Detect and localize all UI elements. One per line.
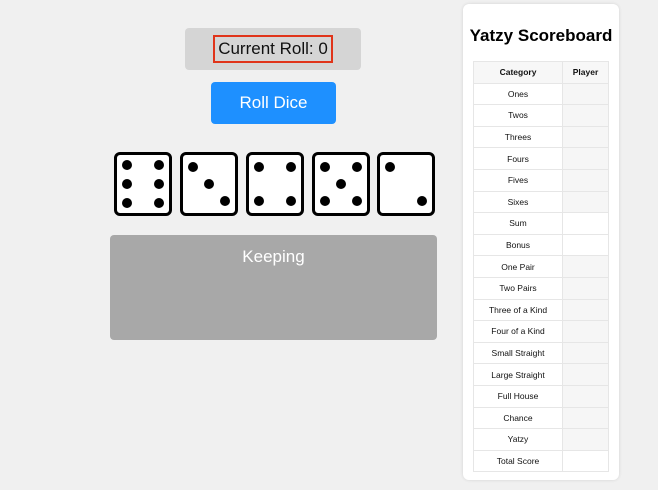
die-3[interactable] — [246, 152, 304, 216]
score-row: Threes — [473, 125, 609, 149]
score-player-cell[interactable] — [562, 82, 609, 106]
die-pip — [385, 161, 396, 172]
keeping-area[interactable]: Keeping — [110, 235, 437, 340]
score-player-cell[interactable] — [562, 168, 609, 192]
die-1[interactable] — [114, 152, 172, 216]
score-category-cell: Ones — [473, 82, 563, 106]
score-table-header-row: Category Player — [473, 61, 609, 84]
score-category-cell: Full House — [473, 384, 563, 408]
die-pip — [254, 161, 265, 172]
die-pip — [416, 196, 427, 207]
die-pip — [351, 196, 362, 207]
score-player-cell[interactable] — [562, 363, 609, 386]
score-category-cell: One Pair — [473, 255, 563, 278]
score-player-cell[interactable] — [562, 125, 609, 149]
score-player-cell[interactable] — [562, 233, 609, 257]
die-pip — [285, 196, 296, 207]
score-category-cell: Total Score — [473, 449, 563, 473]
die-pip — [122, 160, 133, 171]
die-4[interactable] — [312, 152, 370, 216]
score-row: Three of a Kind — [473, 298, 609, 322]
score-category-cell: Small Straight — [473, 341, 563, 365]
score-table: Category Player Ones Twos Threes Fours Fives… — [473, 61, 609, 473]
die-pip — [153, 160, 164, 171]
score-row: Bonus — [473, 233, 609, 257]
score-category-cell: Three of a Kind — [473, 298, 563, 322]
score-category-cell: Bonus — [473, 233, 563, 257]
die-pip — [320, 161, 331, 172]
score-row: Ones — [473, 82, 609, 106]
die-pip — [351, 161, 362, 172]
scoreboard-title: Yatzy Scoreboard — [469, 26, 613, 45]
current-roll-panel: Current Roll: 0 — [185, 28, 361, 70]
score-category-cell: Two Pairs — [473, 276, 563, 300]
score-row: Sixes — [473, 190, 609, 214]
score-row: Four of a Kind — [473, 320, 609, 343]
score-row: Fours — [473, 147, 609, 170]
score-row: Full House — [473, 384, 609, 408]
score-row: Total Score — [473, 449, 609, 473]
die-pip — [153, 197, 164, 208]
score-category-cell: Yatzy — [473, 428, 563, 451]
die-pip — [254, 196, 265, 207]
die-pip — [336, 179, 346, 189]
score-category-cell: Sixes — [473, 190, 563, 214]
score-category-cell: Twos — [473, 104, 563, 127]
roll-dice-button[interactable]: Roll Dice — [211, 82, 336, 124]
score-category-cell: Large Straight — [473, 363, 563, 386]
current-roll-label: Current Roll: 0 — [213, 35, 333, 63]
score-player-cell[interactable] — [562, 212, 609, 235]
score-row: Fives — [473, 168, 609, 192]
score-row: One Pair — [473, 255, 609, 278]
score-category-cell: Fours — [473, 147, 563, 170]
scoreboard-panel: Yatzy Scoreboard Category Player Ones Two… — [463, 4, 619, 480]
score-player-cell[interactable] — [562, 298, 609, 322]
score-category-cell: Sum — [473, 212, 563, 235]
die-pip — [122, 179, 133, 189]
die-pip — [153, 179, 164, 189]
score-category-cell: Four of a Kind — [473, 320, 563, 343]
score-row: Sum — [473, 212, 609, 235]
score-player-cell[interactable] — [562, 341, 609, 365]
score-row: Twos — [473, 104, 609, 127]
die-pip — [285, 161, 296, 172]
die-pip — [320, 196, 331, 207]
score-player-cell[interactable] — [562, 449, 609, 473]
score-category-cell: Fives — [473, 168, 563, 192]
score-row: Yatzy — [473, 428, 609, 451]
score-row: Chance — [473, 406, 609, 430]
category-header: Category — [473, 61, 563, 84]
keeping-label: Keeping — [242, 247, 305, 266]
die-2[interactable] — [180, 152, 238, 216]
score-player-cell[interactable] — [562, 320, 609, 343]
die-5[interactable] — [377, 152, 435, 216]
score-player-cell[interactable] — [562, 255, 609, 278]
die-pip — [204, 179, 214, 189]
player-header: Player — [562, 61, 609, 84]
score-player-cell[interactable] — [562, 276, 609, 300]
score-row: Two Pairs — [473, 276, 609, 300]
score-player-cell[interactable] — [562, 384, 609, 408]
score-row: Small Straight — [473, 341, 609, 365]
score-row: Large Straight — [473, 363, 609, 386]
die-pip — [219, 196, 230, 207]
score-player-cell[interactable] — [562, 104, 609, 127]
score-table-body: Ones Twos Threes Fours Fives Sixes Sum Bonus One… — [473, 82, 609, 473]
score-category-cell: Chance — [473, 406, 563, 430]
score-player-cell[interactable] — [562, 428, 609, 451]
die-pip — [122, 197, 133, 208]
die-pip — [188, 161, 199, 172]
score-player-cell[interactable] — [562, 147, 609, 170]
score-player-cell[interactable] — [562, 406, 609, 430]
score-player-cell[interactable] — [562, 190, 609, 214]
score-category-cell: Threes — [473, 125, 563, 149]
